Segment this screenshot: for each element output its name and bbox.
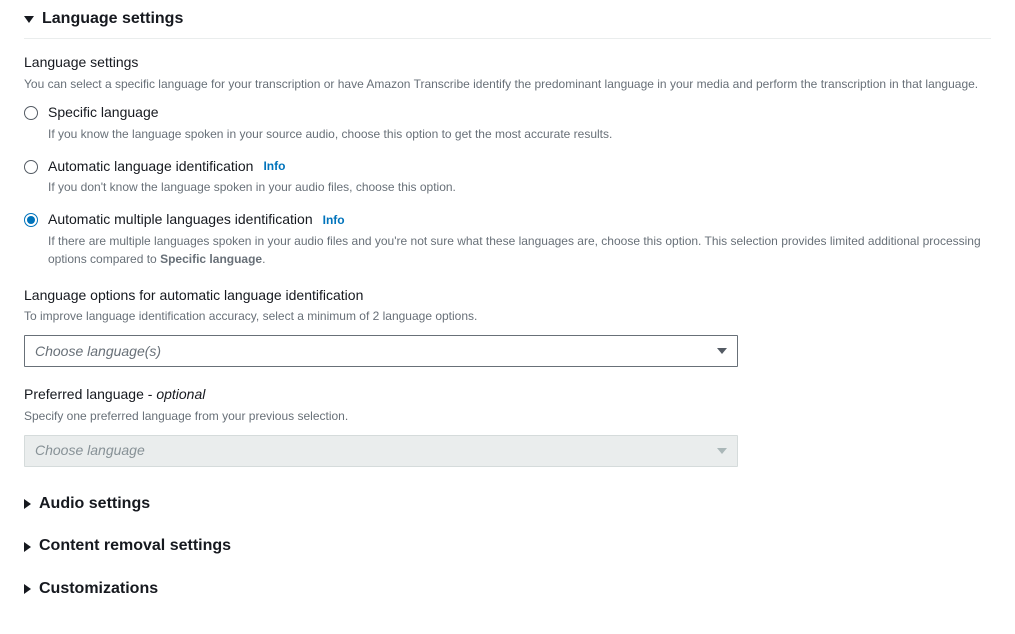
radio-auto-multi-language[interactable] — [24, 213, 38, 227]
section-title-language: Language settings — [42, 8, 183, 30]
info-link-auto-multi[interactable]: Info — [323, 212, 345, 229]
radio-hint-auto-multi-post: . — [262, 252, 265, 266]
preferred-language-select: Choose language — [24, 435, 738, 467]
section-title-customizations: Customizations — [39, 578, 158, 600]
info-link-auto[interactable]: Info — [263, 158, 285, 175]
preferred-lang-label: Preferred language - optional — [24, 385, 991, 405]
radio-label-specific: Specific language — [48, 103, 159, 123]
language-settings-field-hint: You can select a specific language for y… — [24, 75, 991, 93]
caret-down-icon — [717, 348, 727, 354]
preferred-lang-hint: Specify one preferred language from your… — [24, 407, 991, 425]
caret-right-icon — [24, 542, 31, 552]
caret-down-icon — [717, 448, 727, 454]
lang-options-label: Language options for automatic language … — [24, 286, 991, 306]
radio-hint-auto-multi: If there are multiple languages spoken i… — [48, 232, 991, 268]
language-settings-field-label: Language settings — [24, 53, 991, 73]
radio-label-auto-multi: Automatic multiple languages identificat… — [48, 210, 313, 230]
radio-hint-auto: If you don't know the language spoken in… — [48, 178, 991, 196]
preferred-language-placeholder: Choose language — [35, 441, 145, 461]
customizations-header[interactable]: Customizations — [24, 568, 991, 610]
radio-specific-language[interactable] — [24, 106, 38, 120]
section-title-content-removal: Content removal settings — [39, 535, 231, 557]
radio-hint-specific: If you know the language spoken in your … — [48, 125, 991, 143]
radio-auto-language[interactable] — [24, 160, 38, 174]
radio-label-auto: Automatic language identification — [48, 157, 253, 177]
language-mode-radio-group: Specific language If you know the langua… — [24, 103, 991, 268]
caret-down-icon — [24, 16, 34, 23]
preferred-lang-optional: optional — [156, 386, 205, 402]
lang-options-hint: To improve language identification accur… — [24, 307, 991, 325]
choose-languages-select[interactable]: Choose language(s) — [24, 335, 738, 367]
choose-languages-placeholder: Choose language(s) — [35, 342, 161, 362]
caret-right-icon — [24, 584, 31, 594]
radio-hint-auto-multi-bold: Specific language — [160, 252, 262, 266]
preferred-lang-label-text: Preferred language - — [24, 386, 156, 402]
caret-right-icon — [24, 499, 31, 509]
section-title-audio: Audio settings — [39, 493, 150, 515]
language-settings-header[interactable]: Language settings — [24, 0, 991, 39]
content-removal-settings-header[interactable]: Content removal settings — [24, 525, 991, 567]
audio-settings-header[interactable]: Audio settings — [24, 483, 991, 525]
